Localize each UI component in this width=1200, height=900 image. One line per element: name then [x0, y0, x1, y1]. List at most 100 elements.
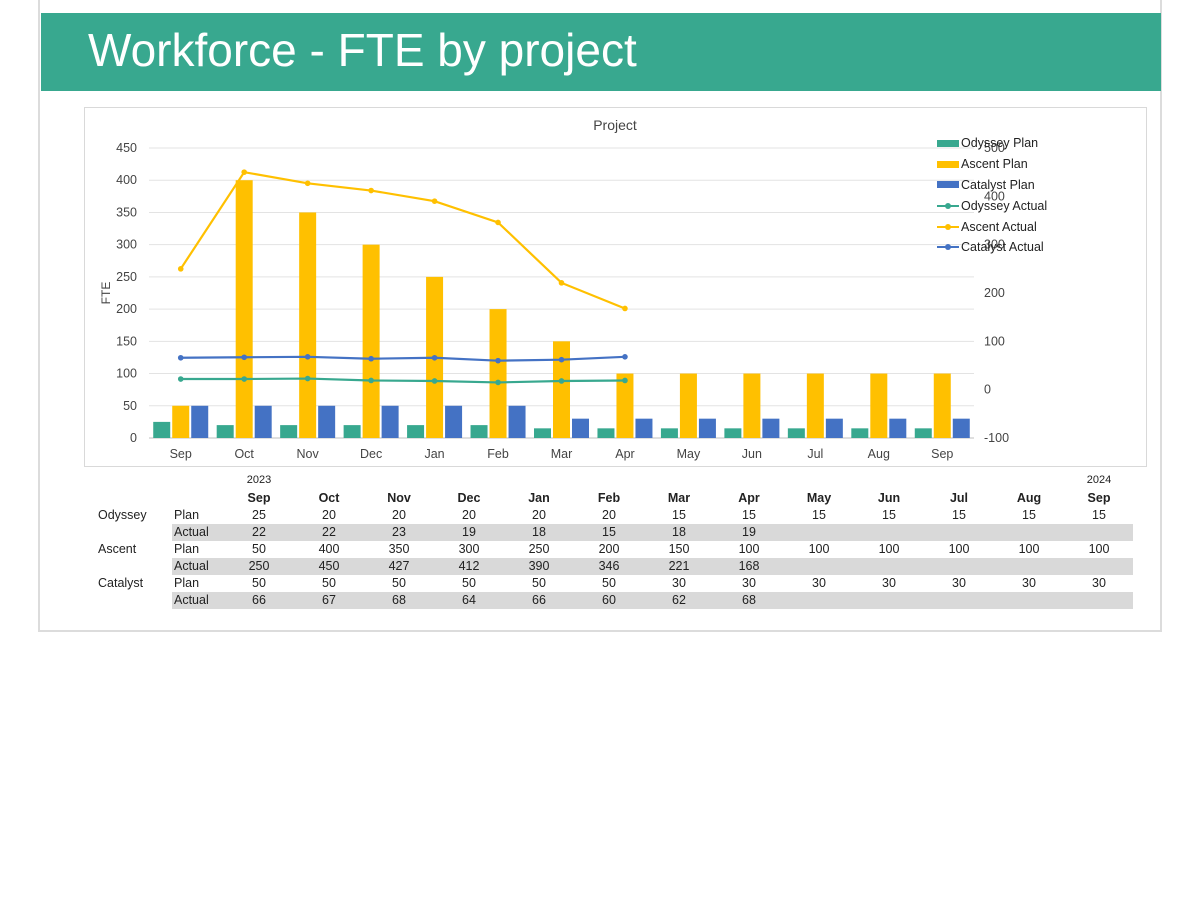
legend-item: Odyssey Actual [937, 195, 1047, 216]
point-catalyst-actual [558, 356, 565, 363]
bar-ascent-plan [362, 244, 380, 438]
row-kind-label: Actual [174, 559, 209, 573]
point-catalyst-actual [431, 354, 438, 361]
table-cell: 15 [882, 508, 896, 522]
y-tick-label: 300 [116, 238, 137, 252]
bar-catalyst-plan [191, 405, 209, 438]
table-cell: 250 [528, 542, 550, 556]
legend-label: Ascent Actual [961, 219, 1037, 234]
year-label: 2023 [246, 474, 272, 486]
x-tick-label: Jul [807, 447, 823, 461]
table-cell: 168 [738, 559, 760, 573]
project-label: Ascent [98, 542, 137, 556]
year-label: 2024 [1086, 474, 1112, 486]
bar-ascent-plan [870, 373, 888, 438]
bar-odyssey-plan [407, 425, 425, 438]
chart-legend: Odyssey Plan Ascent Plan Catalyst Plan Odys… [937, 133, 1047, 258]
point-odyssey-actual [495, 379, 501, 386]
x-tick-label: Nov [297, 447, 320, 461]
point-ascent-actual [558, 280, 565, 286]
table-cell: 22 [322, 525, 336, 539]
x-tick-label: Sep [931, 447, 953, 461]
month-header: Apr [738, 491, 760, 505]
table-cell: 25 [252, 508, 266, 522]
legend-item: Odyssey Plan [937, 133, 1047, 154]
table-cell: 19 [462, 525, 476, 539]
table-cell: 100 [878, 542, 900, 556]
point-odyssey-actual [558, 378, 565, 384]
table-cell: 20 [392, 508, 406, 522]
table-cell: 150 [668, 542, 690, 556]
y2-tick-label: -100 [984, 431, 1009, 445]
table-cell: 68 [392, 593, 406, 607]
x-tick-label: May [677, 447, 701, 461]
bar-odyssey-plan [470, 425, 488, 438]
table-cell: 66 [532, 593, 546, 607]
table-cell: 100 [738, 542, 760, 556]
table-cell: 15 [812, 508, 826, 522]
table-cell: 390 [528, 559, 550, 573]
x-tick-label: Aug [868, 447, 890, 461]
table-cell: 18 [532, 525, 546, 539]
bar-odyssey-plan [534, 428, 551, 438]
x-tick-label: Jan [424, 447, 444, 461]
table-cell: 20 [322, 508, 336, 522]
point-ascent-actual [431, 198, 438, 204]
bar-ascent-plan [489, 309, 507, 438]
y-tick-label: 150 [116, 334, 137, 348]
x-tick-label: Dec [360, 447, 382, 461]
bar-catalyst-plan [381, 405, 399, 438]
table-cell: 30 [812, 576, 826, 590]
point-ascent-actual [368, 187, 374, 194]
legend-item: Ascent Actual [937, 216, 1047, 237]
point-catalyst-actual [177, 354, 184, 361]
y2-tick-label: 0 [984, 383, 991, 397]
bar-ascent-plan [933, 373, 951, 438]
bar-ascent-plan [679, 373, 697, 438]
table-cell: 427 [388, 559, 410, 573]
month-header: Aug [1016, 491, 1042, 505]
table-cell: 15 [602, 525, 616, 539]
y-tick-label: 250 [116, 270, 137, 284]
legend-item: Ascent Plan [937, 154, 1047, 175]
table-cell: 50 [252, 542, 266, 556]
project-label: Odyssey [98, 508, 147, 522]
x-tick-label: Oct [234, 447, 254, 461]
bar-catalyst-plan [254, 405, 272, 438]
legend-item: Catalyst Plan [937, 175, 1047, 196]
point-catalyst-actual [622, 354, 628, 360]
y-tick-label: 350 [116, 205, 137, 219]
legend-item: Catalyst Actual [937, 237, 1047, 258]
bar-ascent-plan [172, 405, 190, 438]
y-tick-label: 50 [123, 399, 137, 413]
table-cell: 68 [742, 593, 756, 607]
legend-swatch [937, 200, 959, 212]
bar-catalyst-plan [825, 418, 843, 438]
title-banner: Workforce - FTE by project [41, 13, 1161, 91]
y2-tick-label: 200 [984, 286, 1005, 300]
table-cell: 18 [672, 525, 686, 539]
point-odyssey-actual [622, 377, 628, 384]
bar-odyssey-plan [280, 425, 298, 438]
table-cell: 50 [322, 576, 336, 590]
table-cell: 30 [742, 576, 756, 590]
row-kind-label: Actual [174, 525, 209, 539]
bar-ascent-plan [235, 180, 253, 438]
table-cell: 250 [248, 559, 270, 573]
y-tick-label: 100 [116, 367, 137, 381]
row-kind-label: Plan [174, 508, 200, 522]
table-cell: 100 [1088, 542, 1110, 556]
x-tick-label: Apr [615, 447, 634, 461]
legend-label: Catalyst Actual [961, 240, 1044, 255]
y-tick-label: 0 [130, 431, 137, 445]
table-cell: 346 [598, 559, 620, 573]
bar-catalyst-plan [318, 405, 336, 438]
table-cell: 20 [462, 508, 476, 522]
bar-catalyst-plan [952, 418, 970, 438]
month-header: Feb [597, 491, 621, 505]
month-header: Dec [457, 491, 481, 505]
month-header: May [806, 491, 832, 505]
x-tick-label: Mar [551, 447, 573, 461]
table-cell: 30 [1092, 576, 1106, 590]
bar-catalyst-plan [889, 418, 907, 438]
